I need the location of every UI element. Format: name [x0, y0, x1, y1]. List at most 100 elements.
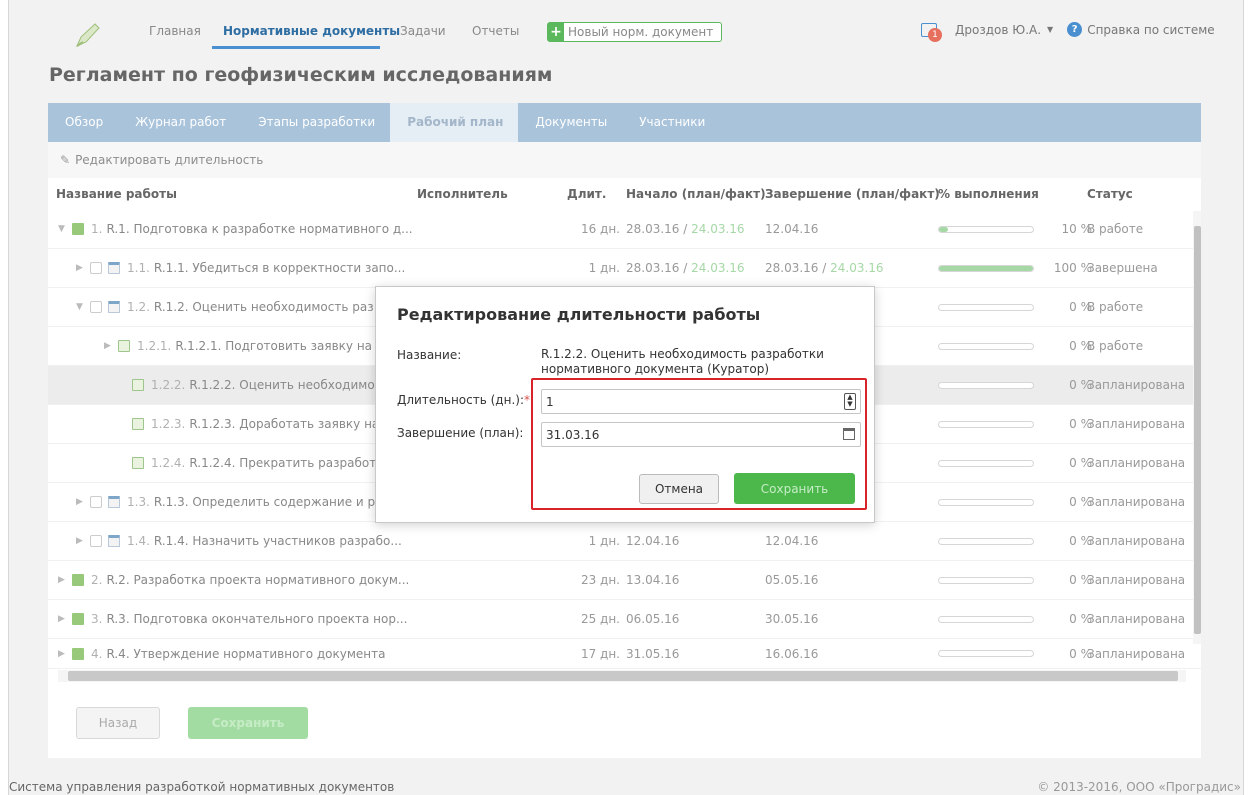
expand-triangle-icon[interactable]: ▶ [104, 341, 118, 351]
row-name[interactable]: R.1.1. Убедиться в корректности запо... [154, 261, 405, 275]
progress-bar [938, 650, 1034, 657]
row-start: 12.04.16 [626, 534, 680, 548]
tab-participants[interactable]: Участники [622, 103, 720, 142]
row-name[interactable]: R.1.2.3. Доработать заявку на р [189, 417, 390, 431]
row-number: 1.1. [127, 261, 150, 275]
row-end: 30.05.16 [765, 612, 819, 626]
row-name-cell: 1.2.4. R.1.2.4. Прекратить разработку [132, 456, 391, 470]
row-name[interactable]: R.1.2.1. Подготовить заявку на р [175, 339, 383, 353]
user-menu[interactable]: Дроздов Ю.А. [955, 23, 1041, 37]
header-name[interactable]: Название работы [56, 187, 177, 201]
progress-bar [938, 381, 1034, 389]
row-checkbox[interactable] [90, 262, 102, 274]
dialog-save-button[interactable]: Сохранить [734, 473, 855, 504]
task-icon [108, 535, 120, 547]
header-start[interactable]: Начало (план/факт) [626, 187, 766, 201]
row-name[interactable]: R.1.2.2. Оценить необходимост [189, 378, 388, 392]
notification-badge: 1 [928, 27, 942, 42]
row-name[interactable]: R.1.4. Назначить участников разрабо... [154, 534, 402, 548]
horizontal-scrollbar-thumb[interactable] [68, 671, 1178, 681]
row-progress: 0 % [938, 378, 1096, 392]
row-progress: 0 % [938, 417, 1096, 431]
vertical-scrollbar-thumb[interactable] [1194, 226, 1201, 634]
expand-triangle-icon[interactable]: ▶ [58, 649, 72, 659]
expand-triangle-icon[interactable]: ▶ [58, 614, 72, 624]
row-start: 28.03.16 / 24.03.16 [626, 222, 745, 236]
spinner-icon[interactable]: ▲ ▼ [844, 393, 856, 410]
nav-item-reports[interactable]: Отчеты [472, 24, 519, 38]
table-row[interactable]: ▶ 1.4. R.1.4. Назначить участников разра… [48, 522, 1201, 561]
row-name[interactable]: R.4. Утверждение нормативного документа [106, 647, 385, 661]
expand-triangle-icon[interactable]: ▶ [76, 263, 90, 273]
row-duration: 23 дн. [580, 573, 620, 587]
progress-value: 100 % [1053, 261, 1092, 275]
header-duration[interactable]: Длит. [567, 187, 606, 201]
end-date-input[interactable]: 31.03.16 [541, 422, 861, 447]
nav-item-tasks[interactable]: Задачи [400, 24, 446, 38]
progress-value: 0 % [1069, 646, 1092, 661]
nav-item-normative-docs[interactable]: Нормативные документы [223, 24, 400, 38]
row-progress: 0 % [938, 456, 1096, 470]
header-progress[interactable]: % выполнения [938, 187, 1039, 201]
help-icon[interactable]: ? [1067, 22, 1083, 37]
progress-value: 0 % [1069, 378, 1092, 392]
row-name[interactable]: R.1. Подготовка к разработке нормативног… [106, 222, 412, 236]
rocket-logo-icon[interactable] [73, 20, 103, 50]
header-status[interactable]: Статус [1087, 187, 1133, 201]
tab-overview[interactable]: Обзор [48, 103, 118, 142]
back-button[interactable]: Назад [76, 707, 160, 739]
expand-triangle-icon[interactable]: ▶ [76, 497, 90, 507]
row-name[interactable]: R.1.2.4. Прекратить разработку [189, 456, 390, 470]
header-end[interactable]: Завершение (план/факт) [765, 187, 940, 201]
table-row[interactable]: ▶ 4. R.4. Утверждение нормативного докум… [48, 639, 1201, 669]
notifications-icon[interactable]: 1 [921, 22, 942, 42]
cancel-button[interactable]: Отмена [639, 474, 719, 504]
tab-work-plan[interactable]: Рабочий план [390, 103, 519, 142]
row-number: 1.2.4. [151, 456, 186, 470]
collapse-triangle-icon[interactable]: ▼ [76, 302, 90, 312]
row-start: 28.03.16 / 24.03.16 [626, 261, 745, 275]
header-executor[interactable]: Исполнитель [417, 187, 508, 201]
progress-bar [938, 576, 1034, 584]
row-name-cell: ▶ 1.3. R.1.3. Определить содержание и р [76, 495, 375, 509]
nav-item-home[interactable]: Главная [149, 24, 201, 38]
row-checkbox[interactable] [90, 496, 102, 508]
progress-value: 0 % [1069, 339, 1092, 353]
table-row[interactable]: ▼ 1. R.1. Подготовка к разработке нормат… [48, 210, 1201, 249]
tab-work-log[interactable]: Журнал работ [118, 103, 241, 142]
edit-duration-link[interactable]: Редактировать длительность [75, 153, 263, 167]
row-name[interactable]: R.2. Разработка проекта нормативного док… [106, 573, 409, 587]
table-row[interactable]: ▶ 2. R.2. Разработка проекта нормативног… [48, 561, 1201, 600]
collapse-triangle-icon[interactable]: ▼ [58, 224, 72, 234]
row-checkbox[interactable] [90, 301, 102, 313]
toolbar: ✎ Редактировать длительность [48, 142, 1201, 178]
new-document-button[interactable]: + Новый норм. документ [547, 22, 723, 42]
save-button[interactable]: Сохранить [188, 707, 308, 739]
row-number: 1.2.2. [151, 378, 186, 392]
expand-triangle-icon[interactable]: ▶ [76, 536, 90, 546]
row-status: В работе [1087, 300, 1144, 314]
help-link[interactable]: Справка по системе [1087, 23, 1215, 37]
subtask-icon [118, 340, 130, 352]
row-checkbox[interactable] [90, 535, 102, 547]
duration-input[interactable]: 1 ▲ ▼ [541, 389, 861, 414]
table-row[interactable]: ▶ 1.1. R.1.1. Убедиться в корректности з… [48, 249, 1201, 288]
tab-documents[interactable]: Документы [518, 103, 622, 142]
row-name[interactable]: R.3. Подготовка окончательного проекта н… [106, 612, 407, 626]
expand-triangle-icon[interactable]: ▶ [58, 575, 72, 585]
row-status: В работе [1087, 339, 1144, 353]
row-name[interactable]: R.1.3. Определить содержание и р [154, 495, 375, 509]
row-name[interactable]: R.1.2. Оценить необходимость раз [154, 300, 374, 314]
footer-copyright: © 2013-2016, ООО «Проградис» [1037, 780, 1241, 794]
row-name-cell: ▶ 2. R.2. Разработка проекта нормативног… [56, 573, 409, 587]
calendar-icon[interactable] [843, 428, 855, 440]
progress-bar [938, 342, 1034, 350]
row-duration: 16 дн. [580, 222, 620, 236]
stage-icon [72, 223, 84, 235]
progress-bar [938, 264, 1034, 272]
caret-down-icon[interactable]: ▼ [1047, 25, 1053, 34]
tab-stages[interactable]: Этапы разработки [241, 103, 390, 142]
row-number: 4. [91, 646, 103, 661]
start-fact: 24.03.16 [691, 261, 745, 275]
table-row[interactable]: ▶ 3. R.3. Подготовка окончательного прое… [48, 600, 1201, 639]
